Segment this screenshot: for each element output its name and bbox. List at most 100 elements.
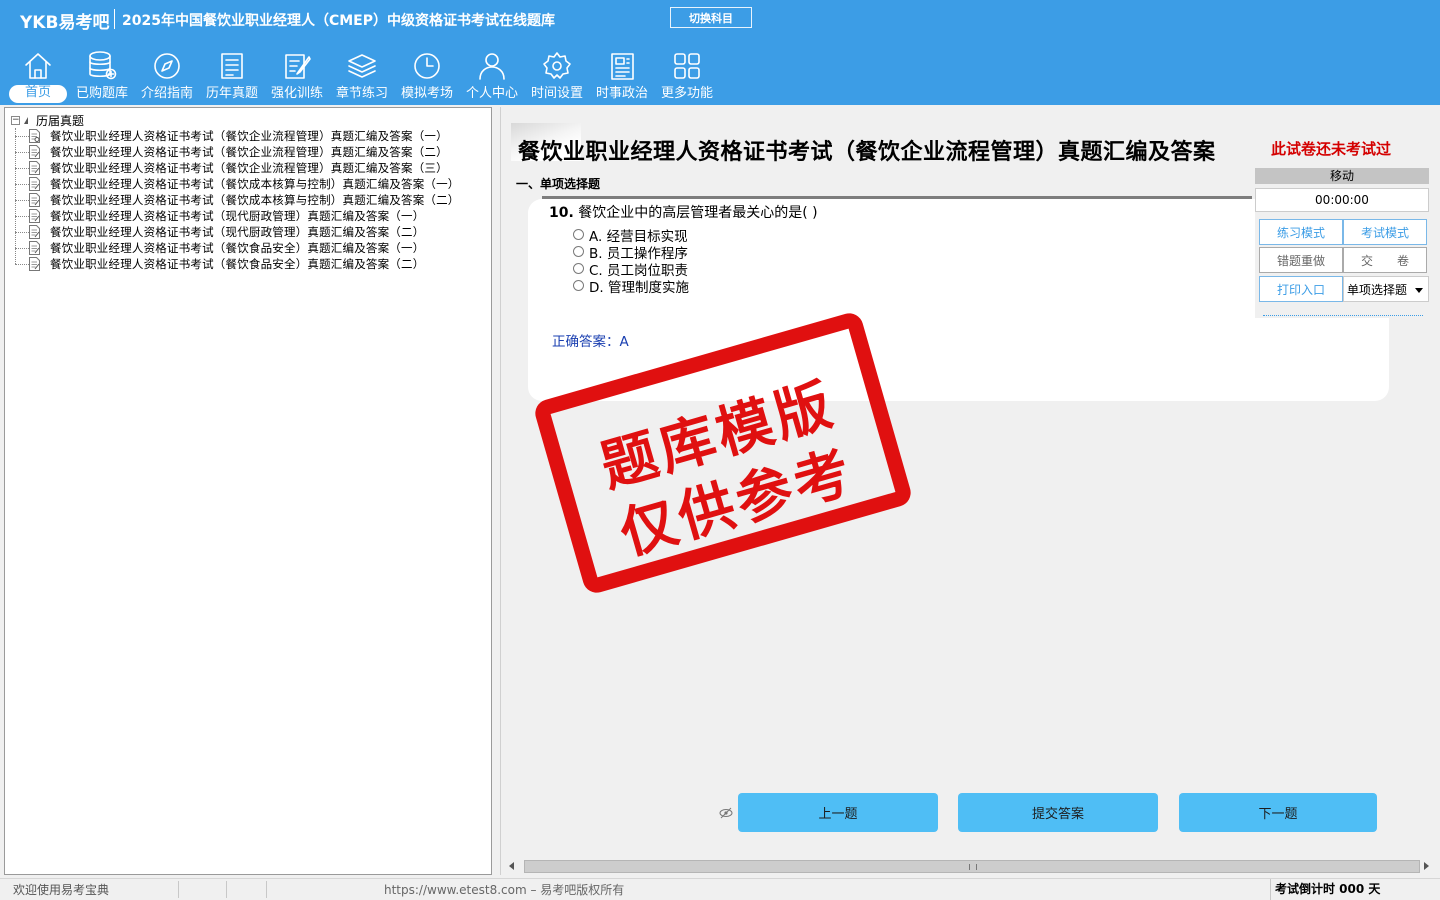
submit-answer-button[interactable]: 提交答案 <box>958 793 1158 832</box>
edit-icon <box>280 49 314 83</box>
nav-intensive-training[interactable]: 强化训练 <box>265 48 329 104</box>
nav-chapter-practice[interactable]: 章节练习 <box>330 48 394 104</box>
nav-current-affairs[interactable]: 时事政治 <box>590 48 654 104</box>
option-a[interactable]: A. 经营目标实现 <box>573 226 688 245</box>
scroll-thumb[interactable] <box>524 860 1420 873</box>
tree-item-label: 餐饮业职业经理人资格证书考试（餐饮企业流程管理）真题汇编及答案（一） <box>50 129 448 143</box>
tree-root-label: 历届真题 <box>36 113 85 128</box>
document-icon <box>29 241 40 255</box>
exam-tree-panel: − 历届真题 餐饮业职业经理人资格证书考试（餐饮企业流程管理）真题汇编及答案（一… <box>4 107 492 875</box>
option-label: D. 管理制度实施 <box>589 279 689 296</box>
nav-past-exams[interactable]: 历年真题 <box>200 48 264 104</box>
option-c[interactable]: C. 员工岗位职责 <box>573 260 688 279</box>
chevron-down-icon <box>1415 288 1423 293</box>
question-text: 10. 餐饮企业中的高层管理者最关心的是( ) <box>549 202 818 222</box>
panel-bottom-edge <box>1263 312 1423 316</box>
section-title: 一、单项选择题 <box>516 177 601 191</box>
tree-item[interactable]: 餐饮业职业经理人资格证书考试（餐饮成本核算与控制）真题汇编及答案（一） <box>15 176 460 192</box>
correct-answer: 正确答案：A <box>552 330 629 350</box>
exam-status-note: 此试卷还未考试过 <box>1271 140 1392 158</box>
hand-in-button[interactable]: 交 卷 <box>1343 247 1427 273</box>
timer-display: 00:00:00 <box>1255 188 1429 212</box>
tree-item[interactable]: 餐饮业职业经理人资格证书考试（现代厨政管理）真题汇编及答案（一） <box>15 208 460 224</box>
expanded-arrow-icon <box>24 116 28 124</box>
app-logo: YKB易考吧 <box>20 13 110 33</box>
document-icon <box>29 225 40 239</box>
nav-home[interactable]: 首页 <box>6 48 70 104</box>
gear-icon <box>540 49 574 83</box>
nav-label: 模拟考场 <box>400 86 453 101</box>
tree-item[interactable]: 餐饮业职业经理人资格证书考试（餐饮企业流程管理）真题汇编及答案（三） <box>15 160 460 176</box>
nav-label: 更多功能 <box>660 86 713 101</box>
nav-label: 个人中心 <box>465 86 518 101</box>
tree-item-label: 餐饮业职业经理人资格证书考试（餐饮食品安全）真题汇编及答案（一） <box>50 241 425 255</box>
eye-slash-icon[interactable] <box>719 807 733 819</box>
tree-item[interactable]: 餐饮业职业经理人资格证书考试（餐饮食品安全）真题汇编及答案（一） <box>15 240 460 256</box>
nav-guide[interactable]: 介绍指南 <box>135 48 199 104</box>
tree-item-label: 餐饮业职业经理人资格证书考试（餐饮成本核算与控制）真题汇编及答案（一） <box>50 177 460 191</box>
document-icon <box>29 129 40 143</box>
print-entry-button[interactable]: 打印入口 <box>1259 276 1343 302</box>
nav-time-settings[interactable]: 时间设置 <box>525 48 589 104</box>
tree-item-label: 餐饮业职业经理人资格证书考试（餐饮企业流程管理）真题汇编及答案（三） <box>50 161 448 175</box>
option-d[interactable]: D. 管理制度实施 <box>573 277 689 296</box>
collapse-icon[interactable]: − <box>11 115 20 125</box>
switch-subject-button[interactable]: 切换科目 <box>670 7 752 28</box>
radio-button[interactable] <box>573 263 584 274</box>
document-icon <box>29 209 40 223</box>
tree-root[interactable]: − 历届真题 <box>11 112 460 128</box>
next-question-button[interactable]: 下一题 <box>1179 793 1377 832</box>
exam-countdown: 考试倒计时 000 天 <box>1270 879 1380 900</box>
tree-item[interactable]: 餐饮业职业经理人资格证书考试（餐饮企业流程管理）真题汇编及答案（一） <box>15 128 460 144</box>
tree-item[interactable]: 餐饮业职业经理人资格证书考试（餐饮企业流程管理）真题汇编及答案（二） <box>15 144 460 160</box>
database-icon <box>85 49 119 83</box>
question-type-value: 单项选择题 <box>1347 282 1408 297</box>
scroll-left-icon[interactable] <box>509 862 514 870</box>
nav-label: 历年真题 <box>205 86 258 101</box>
tree-item-label: 餐饮业职业经理人资格证书考试（现代厨政管理）真题汇编及答案（二） <box>50 225 425 239</box>
practice-mode-button[interactable]: 练习模式 <box>1259 219 1343 245</box>
tree-item[interactable]: 餐饮业职业经理人资格证书考试（餐饮食品安全）真题汇编及答案（二） <box>15 256 460 272</box>
tree-item-label: 餐饮业职业经理人资格证书考试（现代厨政管理）真题汇编及答案（一） <box>50 209 425 223</box>
newspaper-icon <box>605 49 639 83</box>
nav-personal-center[interactable]: 个人中心 <box>460 48 524 104</box>
radio-button[interactable] <box>573 280 584 291</box>
tree-item[interactable]: 餐饮业职业经理人资格证书考试（现代厨政管理）真题汇编及答案（二） <box>15 224 460 240</box>
horizontal-scrollbar[interactable] <box>507 859 1431 874</box>
scroll-grip <box>969 864 977 870</box>
exam-mode-button[interactable]: 考试模式 <box>1343 219 1427 245</box>
layers-icon <box>345 49 379 83</box>
scroll-right-icon[interactable] <box>1424 862 1429 870</box>
logo-divider <box>114 9 115 29</box>
radio-button[interactable] <box>573 246 584 257</box>
document-icon <box>29 257 40 271</box>
redo-wrong-button[interactable]: 错题重做 <box>1259 247 1343 273</box>
clock-icon <box>410 49 444 83</box>
list-icon <box>215 49 249 83</box>
home-icon <box>21 49 55 83</box>
nav-label: 时事政治 <box>595 86 648 101</box>
question-type-select[interactable]: 单项选择题 <box>1343 276 1429 302</box>
document-icon <box>29 177 40 191</box>
nav-purchased-banks[interactable]: 已购题库 <box>70 48 134 104</box>
app-header: YKB易考吧 2025年中国餐饮业职业经理人（CMEP）中级资格证书考试在线题库… <box>0 0 1440 105</box>
question-number: 10. <box>549 205 574 221</box>
radio-button[interactable] <box>573 229 584 240</box>
nav-label: 介绍指南 <box>140 86 193 101</box>
move-handle[interactable]: 移动 <box>1255 168 1429 184</box>
option-b[interactable]: B. 员工操作程序 <box>573 243 688 262</box>
copyright-text: https://www.etest8.com – 易考吧版权所有 <box>384 883 625 897</box>
welcome-text: 欢迎使用易考宝典 <box>13 883 110 897</box>
exam-tree: − 历届真题 餐饮业职业经理人资格证书考试（餐饮企业流程管理）真题汇编及答案（一… <box>11 112 460 272</box>
paper-title: 餐饮业职业经理人资格证书考试（餐饮企业流程管理）真题汇编及答案 <box>518 140 1216 165</box>
nav-label: 已购题库 <box>75 86 128 101</box>
nav-mock-exam[interactable]: 模拟考场 <box>395 48 459 104</box>
tree-item-label: 餐饮业职业经理人资格证书考试（餐饮企业流程管理）真题汇编及答案（二） <box>50 145 448 159</box>
tree-item[interactable]: 餐饮业职业经理人资格证书考试（餐饮成本核算与控制）真题汇编及答案（二） <box>15 192 460 208</box>
tree-item-label: 餐饮业职业经理人资格证书考试（餐饮食品安全）真题汇编及答案（二） <box>50 257 425 271</box>
grid-icon <box>670 49 704 83</box>
status-divider <box>178 881 179 898</box>
status-bar: 欢迎使用易考宝典 https://www.etest8.com – 易考吧版权所… <box>0 878 1440 900</box>
nav-more-functions[interactable]: 更多功能 <box>655 48 719 104</box>
prev-question-button[interactable]: 上一题 <box>738 793 938 832</box>
